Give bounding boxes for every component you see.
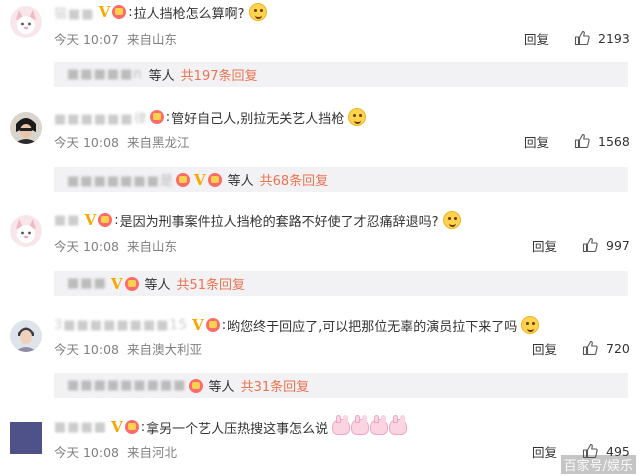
comment-item: ■■ V : 是因为刑事案件拉人挡枪的套路不好使了才忍痛辞退吗? 今天 10:0…: [0, 205, 640, 300]
location: 来自河北: [127, 444, 178, 460]
timestamp: 今天 10:08: [54, 134, 119, 150]
fan-badge-icon: [124, 276, 139, 291]
timestamp: 今天 10:08: [54, 341, 119, 357]
reply-button[interactable]: 回复: [532, 236, 557, 254]
reply-button[interactable]: 回复: [524, 132, 549, 150]
comment-header: 3■■■■■■■■15 V : 哟您终于回应了,可以把那位无辜的演员拉下来了吗: [54, 314, 540, 336]
like-count: 2193: [598, 30, 630, 46]
smile-emoji-icon: [348, 108, 367, 126]
reply-people-label: 等人: [208, 380, 235, 395]
reply-people-label: 等人: [148, 69, 175, 84]
location: 来自山东: [127, 238, 178, 254]
bunny-emoji-icon: [351, 415, 370, 435]
reply-username[interactable]: ■■■: [67, 276, 107, 291]
avatar[interactable]: [10, 422, 42, 454]
reply-summary[interactable]: ■■■■■■■■■ 等人 共31条回复: [54, 373, 628, 398]
celebrate-emoji-icon: [521, 316, 540, 334]
reply-people-label: 等人: [144, 278, 171, 293]
comment-header: 猫■■ V : 拉人挡枪怎么算啊?: [54, 1, 267, 23]
verified-icon: V: [84, 211, 97, 229]
comment-text: 是因为刑事案件拉人挡枪的套路不好使了才忍痛辞退吗?: [119, 214, 439, 230]
bunny-emoji-icon: [332, 415, 351, 435]
comment-meta: 今天 10:08 来自澳大利亚: [54, 339, 202, 357]
reply-button[interactable]: 回复: [524, 29, 549, 47]
comment-header: ■■■■ V : 拿另一个艺人压热搜这事怎么说: [54, 415, 408, 438]
location: 来自澳大利亚: [127, 341, 203, 357]
avatar[interactable]: [10, 112, 42, 144]
username[interactable]: ■■■■: [54, 420, 107, 435]
reply-summary[interactable]: ■■■ V 等人 共51条回复: [54, 271, 628, 296]
comment-text: 拿另一个艺人压热搜这事怎么说: [146, 421, 329, 437]
like-button[interactable]: 2193: [574, 29, 630, 47]
comment-meta: 今天 10:08 来自河北: [54, 442, 177, 460]
reply-username[interactable]: ■■■■■■■是: [67, 170, 174, 189]
verified-icon: V: [192, 316, 204, 334]
comment-meta: 今天 10:08 来自黑龙江: [54, 132, 190, 150]
thumbs-up-icon: [582, 237, 598, 253]
reply-count-link[interactable]: 共31条回复: [241, 376, 310, 395]
worried-emoji-icon: [442, 211, 461, 229]
reply-button[interactable]: 回复: [532, 442, 557, 460]
reply-summary[interactable]: ■■■■■n 等人 共197条回复: [54, 62, 628, 87]
comment-text: 拉人挡枪怎么算啊?: [133, 6, 245, 22]
fan-badge-icon: [205, 318, 220, 332]
comment-item: 猫■■ V : 拉人挡枪怎么算啊? 今天 10:07 来自山东 回复 2193 …: [0, 0, 640, 90]
avatar[interactable]: [10, 6, 42, 38]
like-button[interactable]: 1568: [574, 132, 630, 150]
reply-summary[interactable]: ■■■■■■■是 V 等人 共68条回复: [54, 167, 628, 192]
like-count: 1568: [598, 133, 630, 149]
like-button[interactable]: 997: [582, 236, 630, 254]
comment-header: ■■ V : 是因为刑事案件拉人挡枪的套路不好使了才忍痛辞退吗?: [54, 209, 461, 231]
reply-count-link[interactable]: 共68条回复: [260, 170, 329, 189]
username[interactable]: ■■■■■■律: [54, 108, 148, 127]
username[interactable]: ■■: [54, 213, 81, 228]
reply-username[interactable]: ■■■■■■■■■: [67, 378, 187, 393]
comment-meta: 今天 10:07 来自山东: [54, 29, 177, 47]
thumbs-up-icon: [574, 133, 590, 149]
comment-header: ■■■■■■律 : 管好自己人,别拉无关艺人挡枪: [54, 106, 367, 128]
comment-item: ■■■■ V : 拿另一个艺人压热搜这事怎么说 今天 10:08 来自河北 回复…: [0, 412, 640, 476]
timestamp: 今天 10:08: [54, 444, 119, 460]
verified-icon: V: [193, 170, 206, 189]
fan-badge-icon: [188, 378, 203, 393]
bunny-emoji-icon: [370, 415, 389, 435]
comment-text: 管好自己人,别拉无关艺人挡枪: [171, 111, 345, 127]
avatar[interactable]: [10, 320, 42, 352]
verified-icon: V: [110, 274, 123, 293]
fan-badge-icon: [207, 172, 222, 187]
reply-button[interactable]: 回复: [532, 339, 557, 357]
reply-count-link[interactable]: 共51条回复: [177, 274, 246, 293]
location: 来自黑龙江: [127, 134, 190, 150]
location: 来自山东: [127, 31, 178, 47]
like-count: 997: [606, 237, 630, 253]
like-button[interactable]: 720: [582, 339, 630, 357]
avatar[interactable]: [10, 215, 42, 247]
fan-badge-icon: [149, 110, 164, 124]
fan-badge-icon: [175, 172, 190, 187]
watermark: 百家号/娱乐: [560, 455, 636, 474]
comment-item: 3■■■■■■■■15 V : 哟您终于回应了,可以把那位无辜的演员拉下来了吗 …: [0, 310, 640, 405]
timestamp: 今天 10:07: [54, 31, 119, 47]
timestamp: 今天 10:08: [54, 238, 119, 254]
fan-badge-icon: [98, 213, 113, 227]
verified-icon: V: [111, 418, 123, 436]
reply-people-label: 等人: [227, 174, 254, 189]
comment-item: ■■■■■■律 : 管好自己人,别拉无关艺人挡枪 今天 10:08 来自黑龙江 …: [0, 100, 640, 195]
username[interactable]: 3■■■■■■■■15: [54, 318, 188, 333]
crying-emoji-icon: [248, 3, 267, 21]
like-count: 720: [606, 340, 630, 356]
fan-badge-icon: [112, 5, 127, 19]
reply-count-link[interactable]: 共197条回复: [181, 65, 258, 84]
comment-text: 哟您终于回应了,可以把那位无辜的演员拉下来了吗: [227, 319, 518, 335]
thumbs-up-icon: [582, 340, 598, 356]
reply-username[interactable]: ■■■■■n: [67, 67, 143, 82]
comment-meta: 今天 10:08 来自山东: [54, 236, 177, 254]
fan-badge-icon: [124, 420, 139, 434]
username[interactable]: 猫■■: [54, 3, 95, 22]
verified-icon: V: [98, 3, 111, 21]
bunny-emoji-icon: [389, 415, 408, 435]
thumbs-up-icon: [574, 30, 590, 46]
